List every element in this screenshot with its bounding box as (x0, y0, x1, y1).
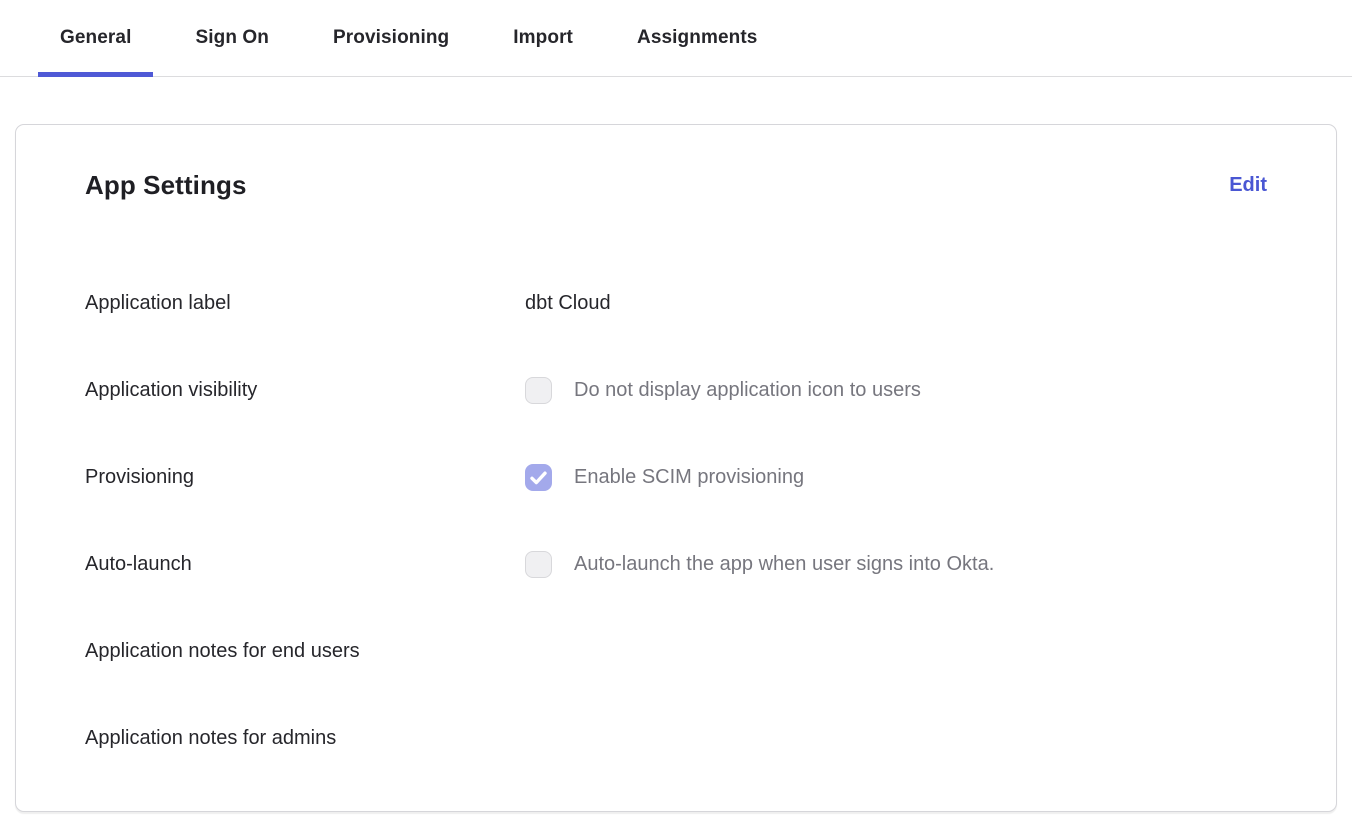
row-application-visibility: Application visibility Do not display ap… (85, 377, 1267, 404)
field-label: Application visibility (85, 379, 525, 402)
field-label: Application notes for end users (85, 640, 525, 663)
page-title: App Settings (85, 170, 247, 201)
field-label: Auto-launch (85, 553, 525, 576)
checkbox-label: Do not display application icon to users (574, 379, 921, 402)
row-application-label: Application label dbt Cloud (85, 290, 1267, 317)
checkbox-label: Auto-launch the app when user signs into… (574, 553, 994, 576)
checkbox-label: Enable SCIM provisioning (574, 466, 804, 489)
settings-rows: Application label dbt Cloud Application … (85, 290, 1267, 752)
checkbox-unchecked-icon[interactable] (525, 551, 552, 578)
field-label: Application label (85, 292, 525, 315)
edit-button[interactable]: Edit (1229, 174, 1267, 197)
tab-import[interactable]: Import (491, 0, 595, 76)
checkbox-unchecked-icon[interactable] (525, 377, 552, 404)
check-icon (530, 471, 547, 485)
field-label: Provisioning (85, 466, 525, 489)
field-value: Auto-launch the app when user signs into… (525, 551, 994, 578)
checkbox-checked-icon[interactable] (525, 464, 552, 491)
field-value: dbt Cloud (525, 292, 611, 315)
tab-provisioning[interactable]: Provisioning (311, 0, 471, 76)
row-notes-admins: Application notes for admins (85, 725, 1267, 752)
app-settings-card: App Settings Edit Application label dbt … (15, 124, 1337, 812)
field-value: Do not display application icon to users (525, 377, 921, 404)
tab-assignments[interactable]: Assignments (615, 0, 779, 76)
tab-general[interactable]: General (38, 0, 153, 76)
card-header: App Settings Edit (85, 125, 1267, 201)
row-auto-launch: Auto-launch Auto-launch the app when use… (85, 551, 1267, 578)
row-provisioning: Provisioning Enable SCIM provisioning (85, 464, 1267, 491)
tab-bar: General Sign On Provisioning Import Assi… (0, 0, 1352, 77)
field-label: Application notes for admins (85, 727, 525, 750)
field-value: Enable SCIM provisioning (525, 464, 804, 491)
tab-sign-on[interactable]: Sign On (173, 0, 291, 76)
row-notes-end-users: Application notes for end users (85, 638, 1267, 665)
